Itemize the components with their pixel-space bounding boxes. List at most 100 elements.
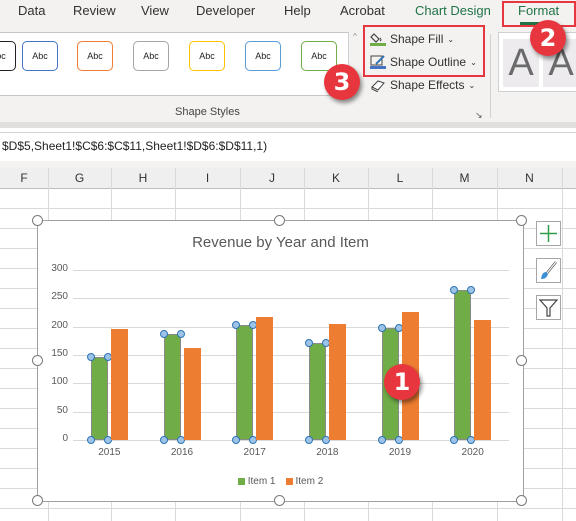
ribbon-border bbox=[0, 122, 576, 128]
bar-item-2-2016[interactable] bbox=[183, 348, 201, 440]
bar-item-1-2018[interactable] bbox=[308, 343, 326, 440]
selection-point[interactable] bbox=[159, 436, 168, 444]
tab-review[interactable]: Review bbox=[73, 3, 116, 18]
legend-label: Item 2 bbox=[295, 476, 324, 487]
legend-item-2[interactable]: Item 2 bbox=[285, 476, 324, 487]
selection-point[interactable] bbox=[377, 436, 386, 444]
y-gridline bbox=[73, 270, 509, 271]
shape-style-swatch[interactable]: Abc bbox=[133, 41, 169, 71]
chart-area[interactable]: Revenue by Year and Item 0 50 100 150 200 250… bbox=[37, 220, 524, 502]
shape-style-swatch[interactable]: Abc bbox=[77, 41, 113, 71]
swatch-label: Abc bbox=[255, 51, 271, 61]
dialog-launcher-icon[interactable]: ↘ bbox=[475, 110, 483, 121]
selection-point[interactable] bbox=[232, 436, 241, 444]
resize-handle[interactable] bbox=[516, 355, 527, 366]
column-header-f[interactable]: F bbox=[0, 171, 48, 185]
bar-item-2-2015[interactable] bbox=[110, 328, 128, 440]
selection-point[interactable] bbox=[377, 323, 386, 332]
selection-point[interactable] bbox=[304, 339, 313, 348]
shape-style-swatch[interactable]: Abc bbox=[245, 41, 281, 71]
column-header-l[interactable]: L bbox=[368, 171, 432, 185]
y-tick-label: 250 bbox=[51, 291, 68, 303]
filter-icon bbox=[538, 299, 559, 317]
highlight-box-shape-commands bbox=[363, 25, 485, 77]
ribbon-tab-bar: Data Review View Developer Help Acrobat … bbox=[0, 0, 576, 26]
column-header-m[interactable]: M bbox=[432, 171, 497, 185]
resize-handle[interactable] bbox=[516, 495, 527, 506]
y-tick-label: 200 bbox=[51, 319, 68, 331]
resize-handle[interactable] bbox=[32, 355, 43, 366]
tab-view[interactable]: View bbox=[141, 3, 169, 18]
selection-point[interactable] bbox=[450, 285, 459, 294]
swatch-label: Abc bbox=[199, 51, 215, 61]
selection-point[interactable] bbox=[86, 352, 95, 361]
chart-filters-button[interactable] bbox=[536, 295, 561, 320]
bar-item-1-2017[interactable] bbox=[236, 324, 254, 440]
resize-handle[interactable] bbox=[516, 215, 527, 226]
x-tick-label: 2020 bbox=[461, 447, 484, 458]
y-gridline bbox=[73, 298, 509, 300]
legend-item-1[interactable]: Item 1 bbox=[237, 476, 276, 487]
resize-handle[interactable] bbox=[32, 215, 43, 226]
column-header-i[interactable]: I bbox=[175, 171, 240, 185]
x-tick-label: 2015 bbox=[98, 447, 121, 458]
column-header-g[interactable]: G bbox=[48, 171, 111, 185]
legend-swatch bbox=[237, 478, 245, 485]
selection-point[interactable] bbox=[176, 330, 185, 339]
y-tick-label: 50 bbox=[56, 404, 68, 416]
tab-chart-design[interactable]: Chart Design bbox=[415, 3, 491, 18]
chart-elements-button[interactable] bbox=[536, 221, 561, 246]
selection-point[interactable] bbox=[467, 285, 476, 294]
tab-developer[interactable]: Developer bbox=[196, 3, 255, 18]
tab-help[interactable]: Help bbox=[284, 3, 311, 18]
group-label-shape-styles: Shape Styles bbox=[175, 106, 240, 118]
x-tick-label: 2019 bbox=[388, 447, 412, 458]
bar-item-1-2020[interactable] bbox=[454, 289, 472, 440]
chevron-up-icon: ^ bbox=[353, 32, 357, 41]
selection-point[interactable] bbox=[304, 436, 313, 444]
bar-item-1-2015[interactable] bbox=[90, 356, 108, 440]
y-tick-label: 100 bbox=[51, 376, 68, 388]
shape-styles-gallery: Abc Abc Abc Abc Abc Abc Abc bbox=[0, 32, 349, 96]
column-header-h[interactable]: H bbox=[111, 171, 175, 185]
bar-item-1-2016[interactable] bbox=[163, 334, 181, 440]
column-header-n[interactable]: N bbox=[497, 171, 562, 185]
resize-handle[interactable] bbox=[274, 215, 285, 226]
tab-data[interactable]: Data bbox=[18, 3, 45, 18]
shape-style-swatch[interactable]: Abc bbox=[189, 41, 225, 71]
swatch-label: Abc bbox=[311, 51, 327, 61]
bar-item-2-2018[interactable] bbox=[328, 323, 346, 440]
selection-point[interactable] bbox=[450, 436, 459, 444]
formula-text[interactable]: $D$5,Sheet1!$C$6:$C$11,Sheet1!$D$6:$D$11… bbox=[2, 139, 267, 153]
y-tick-label: 300 bbox=[51, 263, 68, 274]
shape-style-swatch[interactable]: Abc bbox=[22, 41, 58, 71]
shape-effects-icon bbox=[370, 78, 386, 93]
plus-icon bbox=[540, 225, 557, 242]
swatch-label: Abc bbox=[32, 51, 48, 61]
bar-item-2-2017[interactable] bbox=[256, 317, 274, 440]
callout-badge-1: 1 bbox=[384, 364, 420, 400]
callout-badge-2: 2 bbox=[530, 20, 566, 56]
selection-point[interactable] bbox=[86, 436, 95, 444]
shape-style-swatch[interactable]: Abc bbox=[0, 41, 16, 71]
plot-area[interactable]: 0 50 100 150 200 250 300 2015 2016 2017 2018 2019 20… bbox=[38, 221, 523, 501]
bar-item-2-2020[interactable] bbox=[474, 319, 492, 440]
chart-styles-button[interactable] bbox=[536, 258, 561, 283]
shape-effects-label: Shape Effects bbox=[390, 78, 465, 92]
y-tick-label: 0 bbox=[62, 433, 68, 444]
column-header-j[interactable]: J bbox=[240, 171, 304, 185]
formula-bar[interactable]: $D$5,Sheet1!$C$6:$C$11,Sheet1!$D$6:$D$11… bbox=[0, 132, 576, 162]
selection-point[interactable] bbox=[159, 330, 168, 339]
shape-effects-button[interactable]: Shape Effects ⌄ bbox=[370, 78, 475, 93]
column-header-k[interactable]: K bbox=[304, 171, 368, 185]
y-gridline bbox=[73, 355, 509, 356]
callout-badge-3: 3 bbox=[324, 64, 360, 100]
tab-acrobat[interactable]: Acrobat bbox=[340, 3, 385, 18]
swatch-label: Abc bbox=[0, 51, 6, 61]
swatch-label: Abc bbox=[143, 51, 159, 61]
resize-handle[interactable] bbox=[32, 495, 43, 506]
row-gridline bbox=[0, 208, 576, 209]
x-tick-label: 2018 bbox=[316, 447, 339, 458]
resize-handle[interactable] bbox=[274, 495, 285, 506]
chart-legend[interactable]: Item 1 Item 2 bbox=[38, 476, 523, 487]
